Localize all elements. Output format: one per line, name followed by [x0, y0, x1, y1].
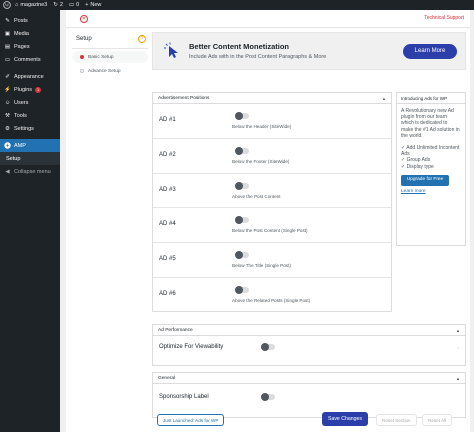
collapse-icon: ◀	[5, 168, 10, 175]
technical-support-link[interactable]: Technical Support	[424, 15, 464, 21]
promo-title: Better Content Monetization	[189, 42, 289, 51]
sidebar-item-pages[interactable]: ▤ Pages	[0, 40, 60, 53]
ad-positions-panel: Advertisement Positions ▲ AD #1 Below th…	[152, 92, 392, 312]
admin-bar: W ⌂ magazine3 ↻ 2 ▭ 0 + New	[0, 0, 474, 10]
svg-text:W: W	[5, 3, 10, 8]
optimize-viewability-label: Optimize For Viewability	[159, 344, 224, 350]
close-icon[interactable]: ✕	[80, 15, 88, 23]
top-strip: ✕ Technical Support	[66, 10, 470, 28]
comments-link[interactable]: ▭ 0	[69, 2, 79, 8]
plugin-icon: ⚡	[4, 86, 11, 93]
side-promo-heading: Introducing Ads for WP	[397, 93, 465, 104]
caret-up-icon[interactable]: ▲	[382, 96, 386, 101]
settings-content: Better Content Monetization Include Ads …	[152, 32, 466, 418]
optimize-viewability-toggle[interactable]	[261, 343, 275, 351]
reset-all-button[interactable]: Reset All	[422, 414, 453, 426]
ad-row: AD #5 Below The Title (Single Post)	[153, 243, 391, 278]
sponsorship-label-toggle[interactable]	[261, 393, 275, 401]
comment-icon: ▭	[68, 2, 75, 8]
sidebar-item-amp[interactable]: AMP	[0, 139, 60, 152]
admin-sidebar: ✎ Posts ▣ Media ▤ Pages ▭ Comments ✐ App…	[0, 10, 60, 432]
ad-row: AD #3 Above the Post Content	[153, 174, 391, 209]
ad-row: AD #4 Below the Post Content (Single Pos…	[153, 208, 391, 244]
sidebar-item-media[interactable]: ▣ Media	[0, 27, 60, 40]
save-changes-button[interactable]: Save Changes	[322, 412, 368, 426]
ad5-toggle[interactable]	[235, 251, 249, 260]
media-icon: ▣	[4, 30, 11, 37]
feature-item: ✓ Display type	[401, 163, 434, 170]
users-icon: ☺	[4, 99, 11, 106]
setup-steps-column: Setup ? Basic Setup Advance Setup	[72, 32, 148, 422]
caret-up-icon[interactable]: ▲	[456, 328, 460, 333]
site-name-link[interactable]: ⌂ magazine3	[15, 2, 47, 8]
sidebar-item-plugins[interactable]: ⚡ Plugins 1	[0, 83, 60, 96]
caret-up-icon[interactable]: ▲	[456, 376, 460, 381]
sidebar-item-settings[interactable]: ⚙ Settings	[0, 122, 60, 135]
feature-item: ✓ Add Unlimited Incontent Ads	[401, 145, 460, 158]
sidebar-item-users[interactable]: ☺ Users	[0, 96, 60, 109]
settings-icon: ⚙	[5, 125, 10, 132]
upgrade-for-free-button[interactable]: Upgrade for Free	[401, 174, 449, 186]
footer-actions: Just Launched: Ads for WP Save Changes R…	[152, 410, 466, 432]
ad-row: AD #1 Below the Header (SiteWide)	[153, 104, 391, 139]
sidebar-item-comments[interactable]: ▭ Comments	[0, 53, 60, 66]
ad-performance-panel: Ad Performance ▲ Optimize For Viewabilit…	[152, 324, 466, 366]
step-basic-setup[interactable]: Basic Setup	[72, 51, 148, 63]
ad6-toggle[interactable]	[235, 285, 249, 294]
pages-icon: ▤	[4, 43, 11, 50]
sidebar-item-appearance[interactable]: ✐ Appearance	[0, 70, 60, 83]
new-content-link[interactable]: + New	[85, 2, 101, 8]
ad3-toggle[interactable]	[235, 181, 249, 190]
home-icon: ⌂	[15, 2, 19, 8]
wrench-icon: ⚒	[5, 112, 10, 119]
plugins-update-badge: 1	[35, 86, 42, 93]
plus-icon: +	[85, 2, 89, 8]
reset-section-button[interactable]: Reset Section	[376, 414, 417, 426]
cursor-click-icon	[164, 42, 178, 58]
ad-performance-header[interactable]: Ad Performance ▲	[153, 325, 465, 336]
help-icon[interactable]: ?	[138, 35, 146, 43]
ad-row: AD #2 Below the Footer (SiteWide)	[153, 139, 391, 174]
collapse-menu-button[interactable]: ◀ Collapse menu	[0, 165, 60, 178]
brush-icon: ✐	[5, 73, 10, 80]
step-active-dot-icon	[80, 55, 84, 59]
comment-icon: ▭	[4, 56, 11, 63]
updates-icon: ↻	[53, 2, 58, 8]
side-promo-body: A Revolutionary new Ad plugin from our t…	[401, 108, 460, 139]
wordpress-logo-icon[interactable]: W	[2, 0, 12, 10]
sponsorship-label-label: Sponsorship Label	[159, 394, 209, 400]
updates-link[interactable]: ↻ 2	[53, 2, 63, 8]
sidebar-subitem-setup[interactable]: Setup	[0, 152, 60, 165]
ad-positions-header[interactable]: Advertisement Positions ▲	[153, 93, 391, 104]
ads-for-wp-promo: Introducing Ads for WP A Revolutionary n…	[396, 92, 466, 246]
amp-settings-panel: ✕ Technical Support Setup ? Basic Setup …	[66, 10, 470, 432]
just-launched-button[interactable]: Just Launched: Ads for WP	[157, 414, 225, 426]
step-dot-icon	[80, 69, 84, 73]
monetization-promo-banner: Better Content Monetization Include Ads …	[152, 32, 466, 70]
pin-icon: ✎	[5, 17, 10, 24]
promo-description: Include Ads with in the Post Content Par…	[189, 54, 327, 60]
ad4-toggle[interactable]	[235, 216, 249, 225]
amp-icon	[4, 142, 11, 149]
ad2-toggle[interactable]	[235, 146, 249, 155]
sidebar-item-posts[interactable]: ✎ Posts	[0, 14, 60, 27]
ad-row: AD #6 Above the Related Posts (Single Po…	[153, 278, 391, 313]
chevron-right-icon: ›	[457, 345, 459, 350]
step-advance-setup[interactable]: Advance Setup	[72, 65, 148, 77]
learn-more-button[interactable]: Learn More	[403, 43, 457, 59]
ad1-toggle[interactable]	[235, 112, 249, 120]
general-header[interactable]: General ▲	[153, 373, 465, 384]
side-learn-more-link[interactable]: Learn more	[401, 189, 461, 195]
sidebar-item-tools[interactable]: ⚒ Tools	[0, 109, 60, 122]
